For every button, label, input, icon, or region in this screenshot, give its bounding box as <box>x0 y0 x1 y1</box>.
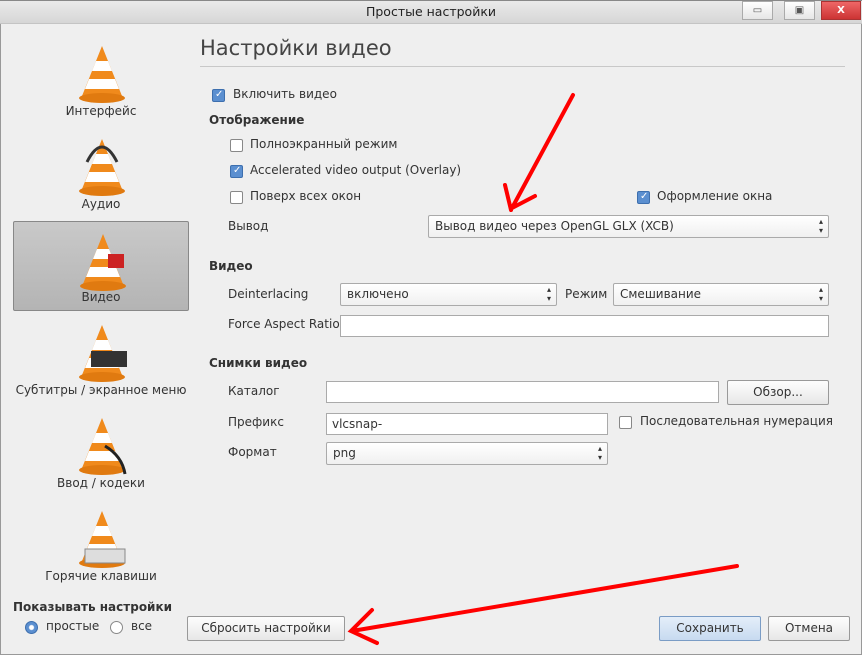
sidebar-item-subtitles[interactable]: Субтитры / экранное меню <box>13 313 189 403</box>
always-on-top-checkbox[interactable] <box>230 191 243 204</box>
radio-all[interactable] <box>110 621 123 634</box>
sidebar-item-label: Аудио <box>81 197 121 211</box>
directory-input[interactable] <box>326 381 719 403</box>
show-settings-label: Показывать настройки <box>13 600 173 614</box>
aspect-ratio-input[interactable] <box>340 315 829 337</box>
sequential-numbering-checkbox[interactable] <box>619 416 632 429</box>
sidebar-item-hotkeys[interactable]: Горячие клавиши <box>13 499 189 589</box>
always-on-top-label: Поверх всех окон <box>250 189 362 203</box>
sidebar-item-video[interactable]: Видео <box>13 221 189 311</box>
deinterlacing-label: Deinterlacing <box>228 287 309 301</box>
sidebar-item-interface[interactable]: Интерфейс <box>13 34 189 124</box>
subtitles-cone-icon <box>79 325 127 382</box>
window-decorations-label: Оформление окна <box>657 189 773 203</box>
hotkeys-cone-icon <box>79 511 126 568</box>
prefix-label: Префикс <box>228 415 284 429</box>
sequential-numbering-label: Последовательная нумерация <box>640 414 833 428</box>
directory-label: Каталог <box>228 384 280 398</box>
display-heading: Отображение <box>209 113 305 127</box>
deinterlace-mode-select[interactable]: Смешивание <box>613 283 829 306</box>
radio-all-label: все <box>131 619 153 633</box>
output-select[interactable]: Вывод видео через OpenGL GLX (XCB) <box>428 215 829 238</box>
fullscreen-label: Полноэкранный режим <box>250 137 398 151</box>
enable-video-label: Включить видео <box>233 87 337 101</box>
deinterlacing-select[interactable]: включено <box>340 283 557 306</box>
mode-label: Режим <box>565 287 608 301</box>
headphones-cone-icon <box>79 139 125 196</box>
prefix-input[interactable]: vlcsnap- <box>326 413 608 435</box>
codecs-cone-icon <box>79 418 127 475</box>
sidebar-item-label: Субтитры / экранное меню <box>15 383 187 397</box>
browse-button[interactable]: Обзор... <box>727 380 829 405</box>
sidebar-item-label: Горячие клавиши <box>45 569 157 583</box>
aspect-ratio-label: Force Aspect Ratio <box>228 317 340 331</box>
sidebar-item-input-codecs[interactable]: Ввод / кодеки <box>13 406 189 496</box>
reset-settings-button[interactable]: Сбросить настройки <box>187 616 345 641</box>
sidebar-item-label: Видео <box>81 290 121 304</box>
snapshots-heading: Снимки видео <box>209 356 308 370</box>
enable-video-checkbox[interactable] <box>212 89 225 102</box>
minimize-button[interactable]: ▭ <box>742 1 773 20</box>
sidebar-item-label: Ввод / кодеки <box>57 476 145 490</box>
sidebar-item-audio[interactable]: Аудио <box>13 127 189 217</box>
window-decorations-checkbox[interactable] <box>637 191 650 204</box>
video-cone-icon <box>80 234 126 291</box>
page-title: Настройки видео <box>200 36 392 60</box>
sidebar-item-label: Интерфейс <box>65 104 137 118</box>
output-label: Вывод <box>228 219 269 233</box>
cancel-button[interactable]: Отмена <box>768 616 850 641</box>
vlc-cone-icon <box>79 46 125 103</box>
format-select[interactable]: png <box>326 442 608 465</box>
accelerated-label: Accelerated video output (Overlay) <box>250 163 462 177</box>
accelerated-checkbox[interactable] <box>230 165 243 178</box>
fullscreen-checkbox[interactable] <box>230 139 243 152</box>
radio-simple[interactable] <box>25 621 38 634</box>
window-title: Простые настройки <box>365 4 497 19</box>
radio-simple-label: простые <box>46 619 100 633</box>
format-label: Формат <box>228 445 277 459</box>
save-button[interactable]: Сохранить <box>659 616 761 641</box>
maximize-button[interactable]: ▣ <box>784 1 815 20</box>
title-divider <box>200 66 845 67</box>
close-button[interactable]: X <box>821 1 861 20</box>
video-heading: Видео <box>209 259 253 273</box>
